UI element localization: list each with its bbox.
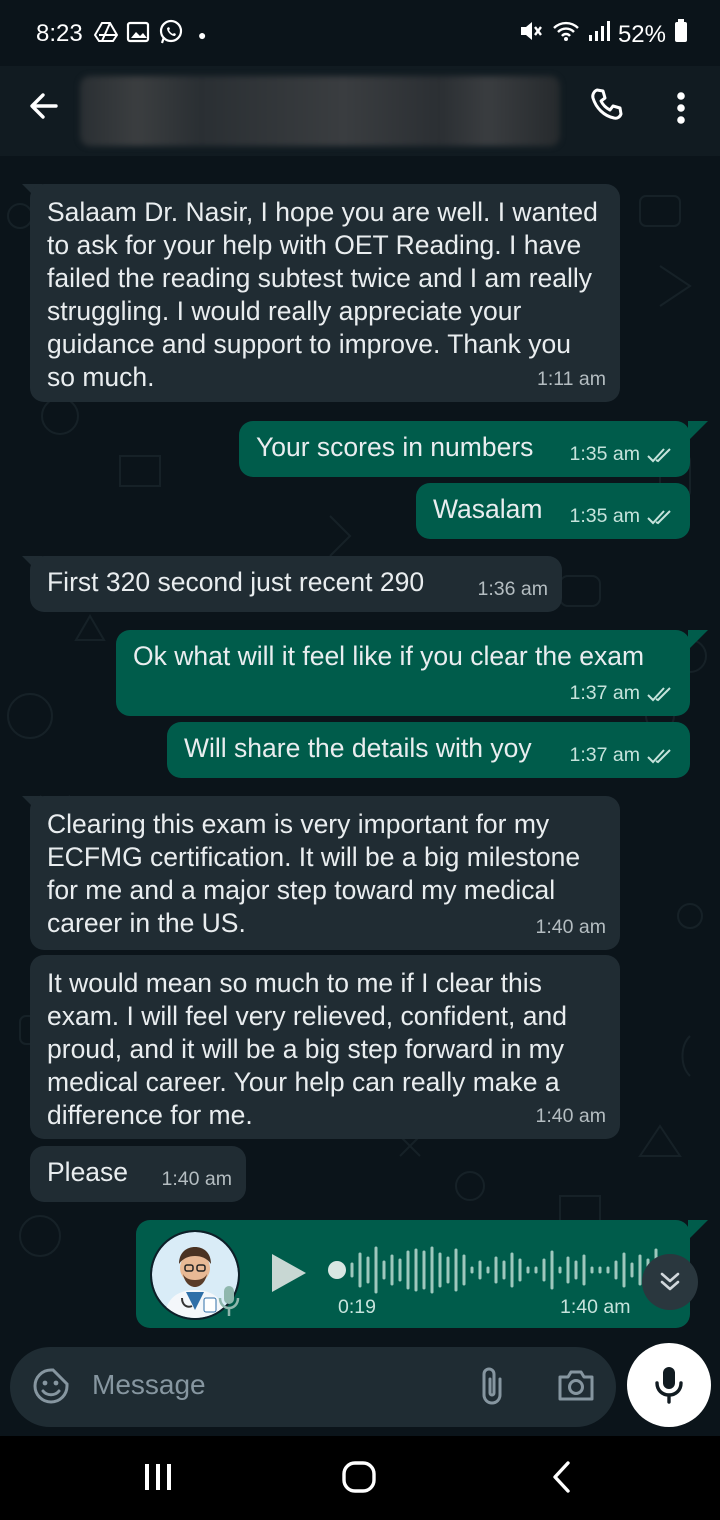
message-input[interactable]: Message: [92, 1369, 206, 1401]
message-time: 1:40 am: [161, 1168, 232, 1190]
home-icon[interactable]: [340, 1458, 378, 1501]
signal-icon: [588, 20, 610, 49]
message-text: First 320 second just recent 290: [47, 567, 425, 597]
voice-progress-thumb[interactable]: [328, 1261, 346, 1279]
message-text: Will share the details with yoy: [184, 733, 532, 763]
message-bubble-outgoing[interactable]: Your scores in numbers 1:35 am: [239, 421, 690, 477]
camera-icon[interactable]: [556, 1367, 596, 1405]
voice-record-button[interactable]: [627, 1343, 711, 1427]
voice-note-bubble[interactable]: 0:19 1:40 am: [136, 1220, 690, 1328]
message-time: 1:40 am: [560, 1296, 631, 1318]
message-text: Your scores in numbers: [256, 432, 534, 462]
message-text: Please: [47, 1157, 129, 1187]
message-text: Wasalam: [433, 494, 543, 524]
message-time: 1:35 am: [569, 443, 640, 465]
message-time: 1:35 am: [569, 505, 640, 527]
voice-duration: 0:19: [338, 1296, 376, 1318]
message-composer[interactable]: Message: [10, 1347, 616, 1427]
message-time: 1:37 am: [569, 744, 640, 766]
whatsapp-icon: [158, 19, 184, 51]
message-bubble-incoming[interactable]: Clearing this exam is very important for…: [30, 796, 620, 950]
notification-dot-icon: ●: [198, 27, 207, 43]
scroll-to-bottom-button[interactable]: [642, 1254, 698, 1310]
status-time: 8:23: [36, 20, 83, 47]
message-bubble-outgoing[interactable]: Wasalam 1:35 am: [416, 483, 690, 539]
battery-percent: 52%: [617, 20, 666, 48]
message-time: 1:11 am: [536, 368, 606, 390]
double-check-icon: [647, 687, 671, 702]
message-text: Ok what will it feel like if you clear t…: [133, 641, 645, 671]
message-bubble-outgoing[interactable]: Will share the details with yoy 1:37 am: [167, 722, 690, 778]
message-bubble-incoming[interactable]: Please 1:40 am: [30, 1146, 246, 1202]
mic-badge-icon: [218, 1284, 240, 1323]
more-vert-icon[interactable]: [666, 86, 696, 130]
play-icon[interactable]: [268, 1252, 308, 1299]
message-time: 1:36 am: [477, 578, 548, 600]
battery-icon: [674, 19, 688, 50]
contact-info-blurred[interactable]: [80, 76, 560, 146]
arrow-left-icon[interactable]: [26, 84, 70, 128]
bubble-tail: [688, 1220, 708, 1240]
mic-icon: [655, 1367, 683, 1404]
bubble-tail: [688, 421, 708, 441]
message-text: It would mean so much to me if I clear t…: [47, 968, 567, 1130]
wifi-icon: [552, 20, 580, 49]
drive-icon: [93, 21, 119, 49]
message-bubble-incoming[interactable]: First 320 second just recent 290 1:36 am: [30, 556, 562, 612]
status-bar: 8:23 ● 52%: [0, 0, 720, 66]
back-nav-icon[interactable]: [548, 1458, 574, 1501]
message-text: Clearing this exam is very important for…: [47, 809, 581, 938]
message-bubble-incoming[interactable]: It would mean so much to me if I clear t…: [30, 955, 620, 1139]
message-bubble-outgoing[interactable]: Ok what will it feel like if you clear t…: [116, 630, 690, 716]
mute-icon: [518, 19, 544, 50]
message-text: Salaam Dr. Nasir, I hope you are well. I…: [47, 197, 598, 392]
message-time: 1:40 am: [535, 1105, 606, 1127]
recents-icon[interactable]: [142, 1458, 174, 1499]
system-indicators: 52%: [518, 19, 688, 50]
notification-icons: ●: [93, 19, 207, 51]
bubble-tail: [688, 630, 708, 650]
double-check-icon: [647, 448, 671, 463]
double-chevron-down-icon: [660, 1272, 680, 1291]
message-time: 1:40 am: [535, 916, 606, 938]
double-check-icon: [647, 749, 671, 764]
message-time: 1:37 am: [569, 682, 640, 704]
voice-waveform: [350, 1246, 666, 1294]
phone-icon[interactable]: [588, 86, 628, 126]
system-nav-bar: [0, 1436, 720, 1520]
gallery-icon: [126, 21, 150, 49]
sticker-icon[interactable]: [32, 1367, 70, 1405]
paperclip-icon[interactable]: [478, 1365, 508, 1407]
message-bubble-incoming[interactable]: Salaam Dr. Nasir, I hope you are well. I…: [30, 184, 620, 402]
double-check-icon: [647, 510, 671, 525]
chat-header: [0, 66, 720, 156]
